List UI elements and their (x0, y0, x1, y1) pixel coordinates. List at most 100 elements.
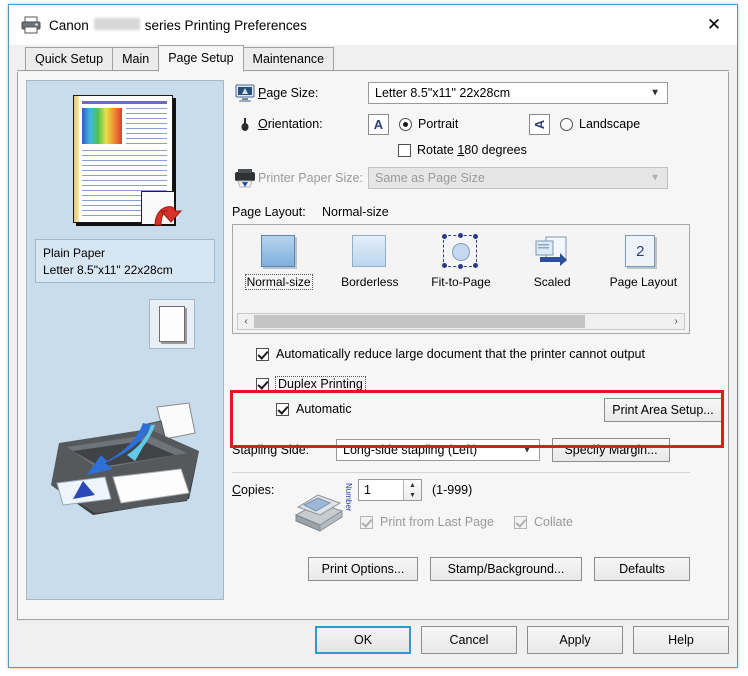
document-preview-thumbnail (73, 95, 183, 227)
ok-button[interactable]: OK (315, 626, 411, 654)
copies-spinner[interactable]: 1 ▲ ▼ (358, 479, 422, 501)
layout-label-fit-to-page: Fit-to-Page (431, 275, 491, 289)
window-title-prefix: Canon (49, 17, 89, 33)
portrait-radio-row[interactable]: Portrait (399, 117, 519, 131)
close-icon[interactable]: ✕ (691, 5, 737, 45)
layout-item-normal-size[interactable]: Normal-size (236, 235, 322, 290)
page-size-row: Page Size: Letter 8.5"x11" 22x28cm ▼ (232, 80, 722, 106)
page-setup-settings: Page Size: Letter 8.5"x11" 22x28cm ▼ Ori… (232, 80, 722, 581)
duplex-section: Duplex Printing Automatic Print Area Set… (232, 372, 722, 434)
stapling-side-combobox[interactable]: Long-side stapling (Left) ▼ (336, 439, 540, 461)
page-layout-value: Normal-size (322, 205, 389, 219)
page-setup-panel: Plain Paper Letter 8.5"x11" 22x28cm Page… (17, 72, 729, 620)
title-bar: Canon series Printing Preferences ✕ (9, 5, 737, 45)
auto-reduce-checkbox[interactable] (256, 347, 269, 361)
layout-item-borderless[interactable]: Borderless (327, 235, 413, 289)
print-from-last-page-checkbox (360, 515, 373, 529)
scrollbar-track[interactable] (254, 315, 668, 328)
page-size-label: Page Size: (258, 86, 319, 100)
automatic-label: Automatic (296, 402, 352, 416)
printer-icon (21, 16, 41, 34)
tab-quick-setup[interactable]: Quick Setup (25, 47, 114, 71)
fit-to-page-icon (441, 233, 479, 269)
tab-page-setup[interactable]: Page Setup (158, 45, 244, 72)
scrollbar-thumb[interactable] (254, 315, 586, 328)
printer-illustration (39, 381, 211, 531)
page-layout-header: Page Layout: Normal-size (232, 200, 722, 224)
apply-button[interactable]: Apply (527, 626, 623, 654)
print-preview-panel: Plain Paper Letter 8.5"x11" 22x28cm (26, 80, 224, 600)
chevron-down-icon: ▼ (650, 87, 660, 99)
orientation-icon (232, 116, 258, 132)
divider (232, 472, 690, 473)
duplex-printing-row[interactable]: Duplex Printing (232, 372, 722, 396)
layout-label-borderless: Borderless (341, 275, 399, 289)
page-size-value: Letter 8.5"x11" 22x28cm (375, 86, 511, 100)
landscape-radio[interactable] (560, 117, 573, 131)
page-size-label-rest: age Size: (266, 86, 319, 100)
page-layout-icon-badge: 2 (625, 235, 656, 267)
page-layout-gallery[interactable]: Normal-size Borderless Fit-to-Page Scale… (232, 224, 690, 334)
borderless-icon (351, 235, 388, 269)
redacted-model-name (93, 17, 140, 30)
copies-vertical-caption: Number (344, 483, 353, 512)
landscape-icon: A (529, 113, 550, 135)
cancel-button[interactable]: Cancel (421, 626, 517, 654)
copies-label: Copies: (232, 483, 275, 497)
page-size-combobox[interactable]: Letter 8.5"x11" 22x28cm ▼ (368, 82, 668, 104)
layout-label-normal-size: Normal-size (244, 274, 313, 290)
rotate-180-row[interactable]: Rotate 180 degrees (232, 138, 722, 162)
portrait-radio[interactable] (399, 117, 412, 131)
scroll-right-icon[interactable]: › (668, 316, 684, 327)
duplex-printing-checkbox[interactable] (256, 377, 269, 391)
copies-section: Copies: Number 1 ▲ ▼ (1-999) Print from … (232, 479, 722, 551)
defaults-button[interactable]: Defaults (594, 557, 690, 581)
portrait-icon-glyph: A (373, 116, 384, 132)
specify-margin-button[interactable]: Specify Margin... (552, 438, 670, 462)
rotate-180-checkbox[interactable] (398, 143, 411, 157)
landscape-radio-row[interactable]: Landscape (560, 117, 640, 131)
scaled-icon (534, 235, 570, 269)
landscape-label: Landscape (579, 117, 641, 131)
page-layout-label: Page Layout: (232, 205, 306, 219)
printer-paper-size-value: Same as Page Size (375, 171, 485, 185)
orientation-label: Orientation: (258, 117, 323, 131)
copies-range-label: (1-999) (432, 483, 473, 497)
tab-main[interactable]: Main (112, 47, 160, 71)
auto-reduce-label: Automatically reduce large document that… (276, 347, 645, 361)
layout-label-scaled: Scaled (533, 275, 571, 289)
automatic-checkbox[interactable] (276, 402, 289, 416)
chevron-down-icon: ▼ (650, 172, 660, 184)
landscape-icon-glyph: A (531, 119, 547, 129)
normal-size-icon (260, 235, 297, 269)
scroll-left-icon[interactable]: ‹ (238, 316, 254, 327)
layout-item-page-layout[interactable]: 2 Page Layout (600, 235, 686, 289)
printer-paper-size-combobox: Same as Page Size ▼ (368, 167, 668, 189)
printer-paper-size-label: Printer Paper Size: (258, 171, 363, 185)
collate-row: Collate (514, 515, 573, 529)
stamp-background-button[interactable]: Stamp/Background... (430, 557, 582, 581)
tab-maintenance[interactable]: Maintenance (242, 47, 335, 71)
paper-info-box: Plain Paper Letter 8.5"x11" 22x28cm (35, 239, 215, 283)
stapling-side-value: Long-side stapling (Left) (343, 443, 478, 457)
print-options-button[interactable]: Print Options... (308, 557, 418, 581)
help-button[interactable]: Help (633, 626, 729, 654)
stapling-side-row: Stapling Side: Long-side stapling (Left)… (232, 436, 722, 464)
print-area-setup-button[interactable]: Print Area Setup... (604, 398, 722, 422)
portrait-icon: A (368, 113, 389, 135)
layout-item-scaled[interactable]: Scaled (509, 235, 595, 289)
auto-reduce-row[interactable]: Automatically reduce large document that… (232, 340, 722, 368)
layout-item-fit-to-page[interactable]: Fit-to-Page (418, 233, 504, 289)
option-buttons-row: Print Options... Stamp/Background... Def… (232, 557, 690, 581)
dialog-footer: OK Cancel Apply Help (17, 621, 729, 659)
paper-size-label: Letter 8.5"x11" 22x28cm (43, 263, 173, 277)
copies-value: 1 (364, 483, 371, 497)
window-title-suffix: series Printing Preferences (144, 17, 307, 33)
spinner-down-icon[interactable]: ▼ (404, 490, 421, 500)
copies-spinner-buttons[interactable]: ▲ ▼ (403, 480, 421, 500)
paper-type-label: Plain Paper (43, 246, 106, 260)
duplex-flip-arrow-icon (149, 191, 183, 231)
page-layout-scrollbar[interactable]: ‹ › (237, 313, 685, 330)
rotate-180-label: Rotate 180 degrees (417, 143, 527, 157)
spinner-up-icon[interactable]: ▲ (404, 480, 421, 490)
